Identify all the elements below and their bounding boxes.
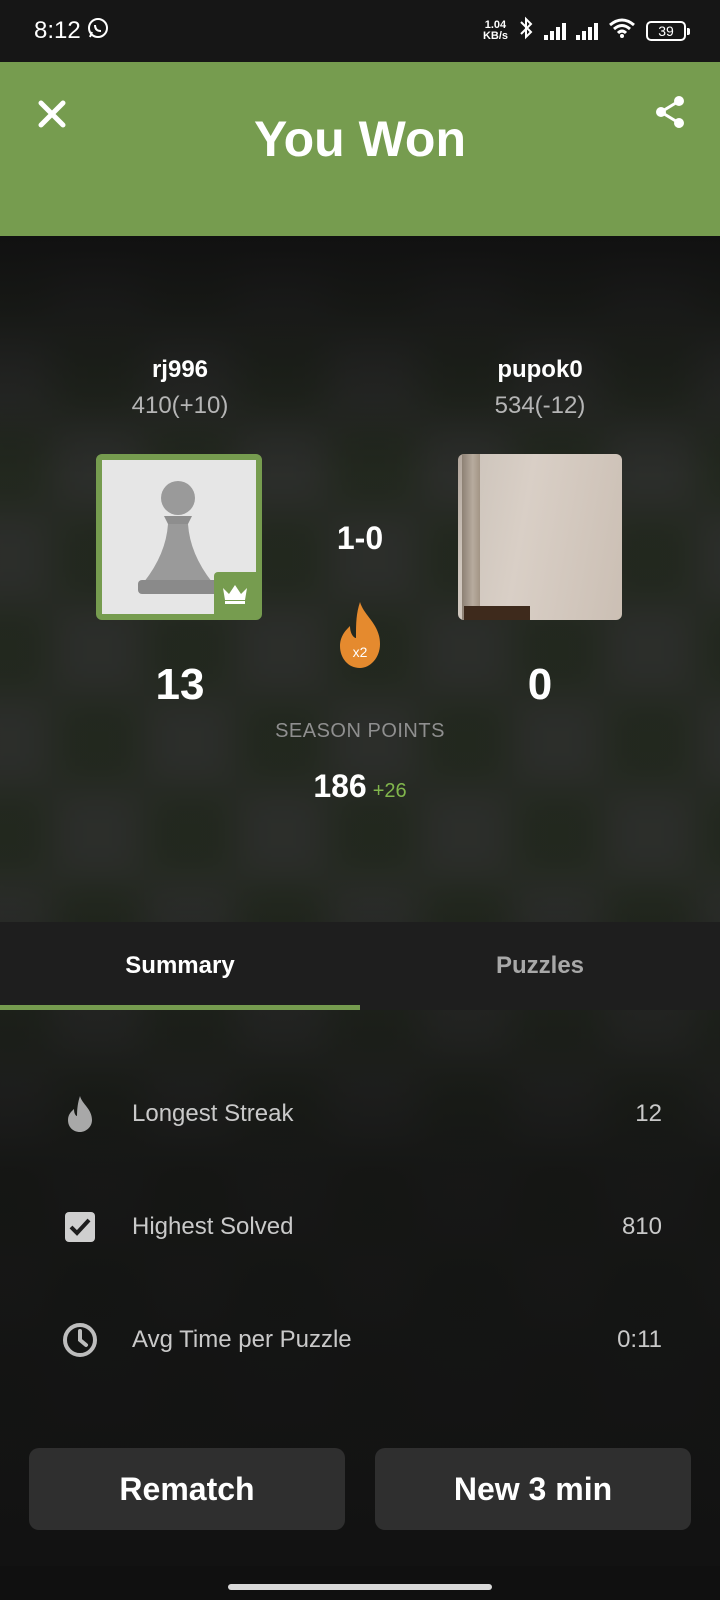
streak-multiplier: x2 bbox=[334, 600, 386, 670]
stat-label: Avg Time per Puzzle bbox=[132, 1326, 352, 1353]
opponent-season-points: 0 bbox=[527, 660, 553, 709]
multiplier-label: x2 bbox=[352, 644, 368, 660]
share-button[interactable] bbox=[650, 92, 690, 132]
crown-icon bbox=[223, 585, 247, 604]
stat-value: 810 bbox=[621, 1213, 662, 1240]
player-name: rj996 bbox=[151, 356, 209, 383]
result-tabs: Summary Puzzles bbox=[0, 922, 720, 1010]
winner-badge bbox=[214, 572, 256, 614]
stat-row-avg-time: Avg Time per Puzzle 0:11 bbox=[0, 1310, 720, 1370]
status-time-group: 8:12 bbox=[34, 17, 109, 46]
season-points-delta: +26 bbox=[372, 780, 407, 802]
flame-icon bbox=[62, 1096, 98, 1132]
network-speed: 1.04 KB/s bbox=[483, 20, 508, 42]
bluetooth-icon bbox=[518, 16, 534, 47]
network-speed-unit: KB/s bbox=[482, 30, 508, 42]
stat-row-longest-streak: Longest Streak 12 bbox=[0, 1084, 720, 1144]
status-bar: 8:12 1.04 KB/s 39 bbox=[0, 0, 720, 62]
season-points-label: SEASON POINTS bbox=[275, 720, 445, 742]
stat-value: 0:11 bbox=[617, 1326, 662, 1353]
whatsapp-icon bbox=[87, 17, 109, 46]
stat-value: 12 bbox=[635, 1100, 662, 1127]
share-icon bbox=[656, 96, 684, 128]
tab-puzzles[interactable]: Puzzles bbox=[360, 922, 720, 1010]
stat-label: Highest Solved bbox=[132, 1213, 294, 1240]
clock-icon bbox=[62, 1322, 98, 1358]
new-game-button[interactable]: New 3 min bbox=[375, 1448, 691, 1530]
battery-icon: 39 bbox=[646, 21, 690, 41]
stat-row-highest-solved: Highest Solved 810 bbox=[0, 1197, 720, 1257]
battery-level: 39 bbox=[658, 23, 674, 39]
home-indicator[interactable] bbox=[228, 1584, 492, 1590]
status-icons: 1.04 KB/s 39 bbox=[483, 16, 690, 47]
game-over-screen: 8:12 1.04 KB/s 39 You Won rj996 410(+10)… bbox=[0, 0, 720, 1600]
status-time: 8:12 bbox=[34, 17, 81, 44]
result-title: You Won bbox=[254, 111, 466, 167]
player-season-points: 13 bbox=[155, 660, 205, 709]
season-points-total: 186 +26 bbox=[0, 768, 720, 805]
system-nav-bar bbox=[0, 1566, 720, 1600]
rematch-button[interactable]: Rematch bbox=[29, 1448, 345, 1530]
opponent-avatar[interactable] bbox=[458, 454, 622, 620]
signal-icon bbox=[544, 22, 566, 40]
player-avatar[interactable] bbox=[96, 454, 262, 620]
tab-summary[interactable]: Summary bbox=[0, 922, 360, 1010]
opponent-name: pupok0 bbox=[497, 356, 583, 383]
result-header: You Won bbox=[0, 62, 720, 236]
wifi-icon bbox=[608, 17, 636, 46]
match-score: 1-0 bbox=[336, 520, 384, 556]
opponent-rating: 534(-12) bbox=[494, 392, 586, 419]
checkbox-icon bbox=[62, 1209, 98, 1245]
signal-icon-2 bbox=[576, 22, 598, 40]
season-points-value: 186 bbox=[313, 768, 367, 804]
stat-label: Longest Streak bbox=[132, 1100, 294, 1127]
player-rating: 410(+10) bbox=[131, 392, 229, 419]
